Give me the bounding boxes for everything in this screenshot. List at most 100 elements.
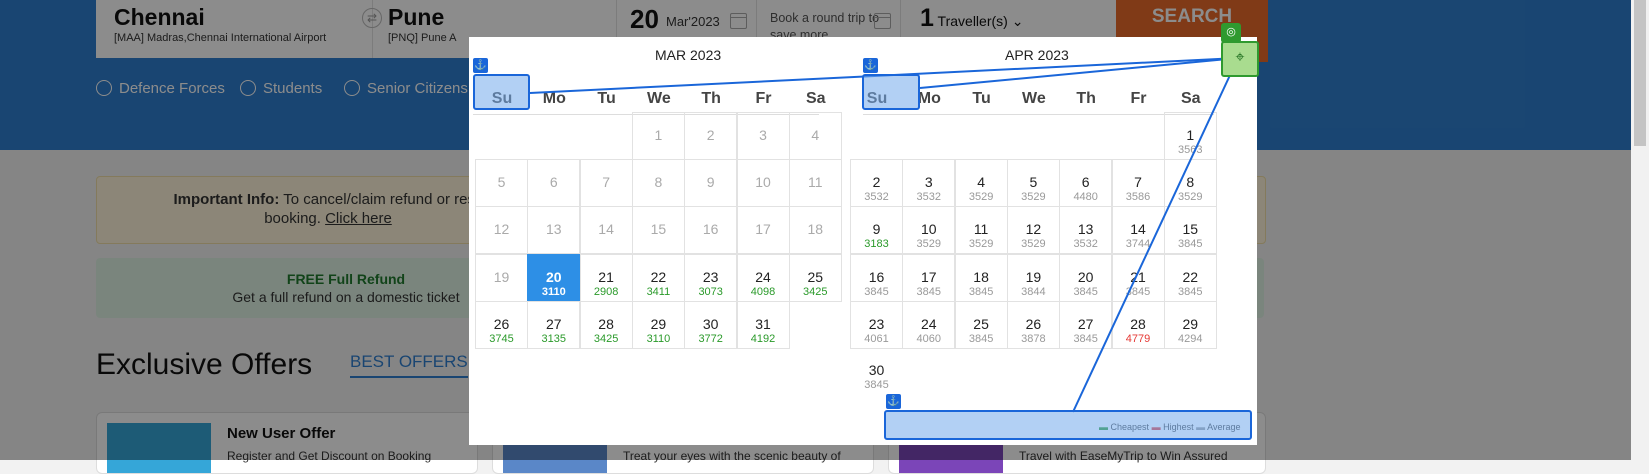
day-fare: 3744 xyxy=(1125,238,1151,251)
weekday-fr: Fr xyxy=(1130,90,1147,107)
calendar-day[interactable]: 21 2908 xyxy=(579,253,633,302)
day-number: 12 xyxy=(1025,221,1042,238)
day-fare: 4294 xyxy=(1178,332,1203,345)
calendar-day[interactable]: 22 3845 xyxy=(1163,253,1217,302)
day-number: 10 xyxy=(921,221,937,238)
price-legend: ▬ Cheapest ▬ Highest ▬ Average xyxy=(1099,422,1240,432)
day-number: 9 xyxy=(706,174,715,191)
calendar-day[interactable]: 4 3529 xyxy=(954,159,1008,208)
calendar-day[interactable]: 5 3529 xyxy=(1006,159,1060,208)
day-fare: 3845 xyxy=(1125,285,1151,298)
day-number: 30 xyxy=(702,315,719,332)
calendar-day[interactable]: 12 3529 xyxy=(1006,206,1060,255)
calendar-day[interactable]: 29 3110 xyxy=(631,300,685,349)
day-number: 13 xyxy=(546,221,562,238)
calendar-day[interactable]: 15 3845 xyxy=(1163,206,1217,255)
calendar-day[interactable]: 7 3586 xyxy=(1111,159,1165,208)
calendar-day[interactable]: 11 3529 xyxy=(954,206,1008,255)
day-fare: 3425 xyxy=(593,332,619,345)
calendar-day[interactable]: 21 3845 xyxy=(1111,253,1165,302)
calendar-day[interactable]: 3 3532 xyxy=(902,159,956,208)
legend-highest: Highest xyxy=(1163,422,1194,432)
calendar-day[interactable]: 30 3772 xyxy=(684,300,738,349)
calendar-day[interactable]: 27 3845 xyxy=(1059,300,1113,349)
calendar-day[interactable]: 22 3411 xyxy=(631,253,685,302)
calendar-day[interactable]: 24 4060 xyxy=(902,300,956,349)
calendar-day[interactable]: 10 3529 xyxy=(902,206,956,255)
calendar-day[interactable]: 30 3845 xyxy=(850,348,903,396)
calendar-day: 5 xyxy=(475,159,528,208)
calendar-day[interactable]: 28 4779 xyxy=(1111,300,1165,349)
calendar-day[interactable]: 1 3563 xyxy=(1163,112,1217,160)
day-number: 20 xyxy=(1077,268,1094,285)
day-fare: 4098 xyxy=(750,285,776,298)
calendar-day[interactable]: 23 3073 xyxy=(684,253,738,302)
weekday-sa: Sa xyxy=(806,90,826,107)
weekday-mo: Mo xyxy=(917,90,941,107)
day-fare: 2908 xyxy=(593,285,619,298)
calendar-day[interactable]: 14 3744 xyxy=(1111,206,1165,255)
day-number: 24 xyxy=(921,315,937,332)
calendar-day[interactable]: 26 3745 xyxy=(475,300,528,349)
calendar-day[interactable]: 31 4192 xyxy=(736,300,790,349)
calendar-day[interactable]: 23 4061 xyxy=(850,300,903,349)
calendar-day[interactable]: 16 3845 xyxy=(850,253,903,302)
weekday-th: Th xyxy=(1076,90,1096,107)
calendar-day: 6 xyxy=(527,159,581,208)
calendar-day[interactable]: 13 3532 xyxy=(1059,206,1113,255)
day-number: 23 xyxy=(702,268,719,285)
day-number: 1 xyxy=(1186,127,1195,143)
calendar-day[interactable]: 28 3425 xyxy=(579,300,633,349)
calendar-day[interactable]: 6 4480 xyxy=(1059,159,1113,208)
calendar-day[interactable]: 25 3845 xyxy=(954,300,1008,349)
day-number: 8 xyxy=(1186,174,1195,191)
day-number: 25 xyxy=(807,268,824,285)
calendar-day[interactable]: 27 3135 xyxy=(527,300,581,349)
day-number: 3 xyxy=(759,127,767,143)
day-number: 13 xyxy=(1077,221,1094,238)
calendar-day[interactable]: 19 3844 xyxy=(1006,253,1060,302)
day-fare: 3529 xyxy=(916,238,942,251)
day-number: 1 xyxy=(654,127,663,143)
day-fare: 3586 xyxy=(1125,191,1151,204)
day-number: 17 xyxy=(755,221,771,238)
day-number: 22 xyxy=(650,268,667,285)
weekday-tu: Tu xyxy=(597,90,616,107)
calendar-day[interactable]: 29 4294 xyxy=(1163,300,1217,349)
day-fare: 3529 xyxy=(1178,191,1203,204)
day-number: 9 xyxy=(872,221,881,238)
day-number: 7 xyxy=(1134,174,1142,191)
day-fare: 3745 xyxy=(489,332,514,345)
calendar-day[interactable]: 9 3183 xyxy=(850,206,903,255)
calendar-day[interactable]: 20 3845 xyxy=(1059,253,1113,302)
day-number: 6 xyxy=(549,174,558,191)
calendar-day[interactable]: 24 4098 xyxy=(736,253,790,302)
day-number: 6 xyxy=(1081,174,1090,191)
day-fare: 3135 xyxy=(541,332,567,345)
day-number: 30 xyxy=(868,362,885,378)
day-number: 21 xyxy=(1130,268,1146,285)
calendar-day[interactable]: 26 3878 xyxy=(1006,300,1060,349)
day-number: 27 xyxy=(1077,315,1094,332)
day-number: 31 xyxy=(755,315,771,332)
day-fare: 3183 xyxy=(864,238,889,251)
day-fare: 3532 xyxy=(1073,238,1098,251)
calendar-day[interactable]: 18 3845 xyxy=(954,253,1008,302)
day-number: 14 xyxy=(598,221,614,238)
day-number: 8 xyxy=(654,174,663,191)
calendar-day: 18 xyxy=(788,206,842,255)
calendar-day[interactable]: 25 3425 xyxy=(788,253,842,302)
weekday-we: We xyxy=(647,90,671,107)
day-number: 18 xyxy=(807,221,824,238)
calendar-day[interactable]: 20 3110 xyxy=(527,253,581,302)
calendar-day: 10 xyxy=(736,159,790,208)
scrollbar-thumb[interactable] xyxy=(1634,0,1646,146)
day-number: 19 xyxy=(1025,268,1042,285)
calendar-day[interactable]: 17 3845 xyxy=(902,253,956,302)
calendar-day[interactable]: 8 3529 xyxy=(1163,159,1217,208)
day-fare: 3845 xyxy=(1073,332,1098,345)
calendar-day[interactable]: 2 3532 xyxy=(850,159,903,208)
day-number: 25 xyxy=(973,315,989,332)
day-number: 3 xyxy=(924,174,933,191)
day-fare: 4480 xyxy=(1073,191,1098,204)
